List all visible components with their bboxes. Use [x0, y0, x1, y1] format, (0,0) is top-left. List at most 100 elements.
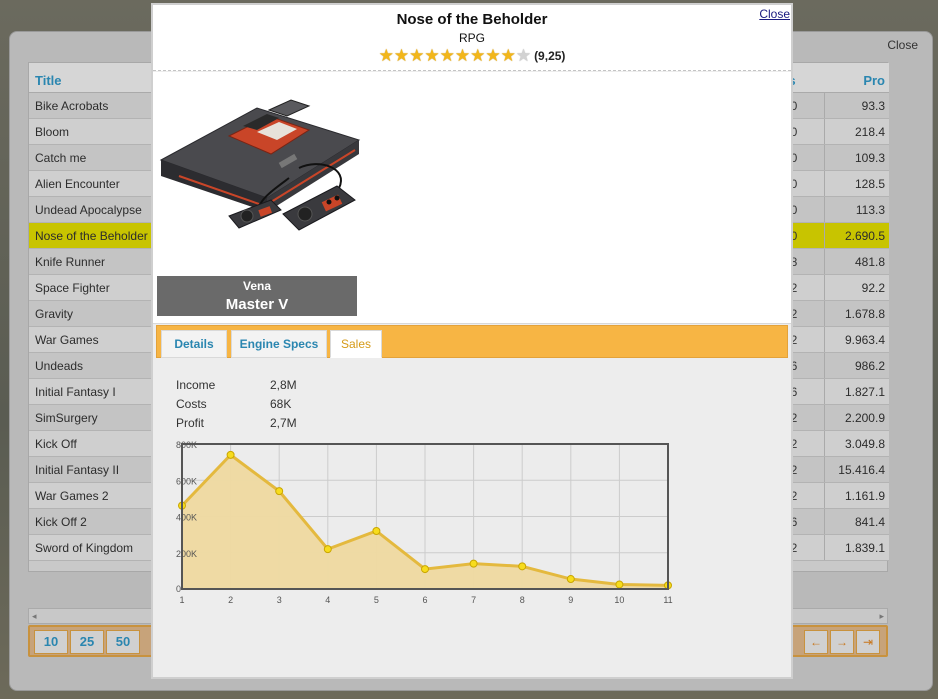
- chart-data-point: [372, 527, 381, 535]
- stat-profit-label: Profit: [176, 416, 205, 430]
- table-cell: 92.2: [824, 275, 889, 300]
- table-cell: 218.4: [824, 119, 889, 144]
- console-model: Master V: [225, 296, 289, 313]
- tab-engine-specs[interactable]: Engine Specs: [231, 330, 327, 358]
- table-row-title[interactable]: Undead Apocalypse: [29, 197, 159, 223]
- chart-x-tick-label: 2: [228, 595, 233, 605]
- modal-close-link[interactable]: Close: [759, 7, 790, 21]
- right-column-headers[interactable]: ts Pro: [784, 63, 889, 93]
- chart-x-tick-label: 7: [471, 595, 476, 605]
- table-row-values[interactable]: 58481.8: [784, 249, 889, 275]
- table-row-values[interactable]: 00128.5: [784, 171, 889, 197]
- star-icon: ★: [515, 46, 532, 65]
- chart-x-tick-label: 1: [179, 595, 184, 605]
- background-close-link[interactable]: Close: [887, 38, 918, 52]
- table-row-values[interactable]: 122.200.9: [784, 405, 889, 431]
- star-icon: ★: [393, 46, 410, 65]
- last-page-icon[interactable]: ⇥: [856, 630, 880, 654]
- table-row-values[interactable]: 16986.2: [784, 353, 889, 379]
- table-row-values[interactable]: 00109.3: [784, 145, 889, 171]
- page-size-10[interactable]: 10: [34, 630, 68, 654]
- table-row-values[interactable]: 121.839.1: [784, 535, 889, 561]
- table-row-values[interactable]: 00218.4: [784, 119, 889, 145]
- table-row-title[interactable]: Initial Fantasy I: [29, 379, 159, 405]
- table-row-title[interactable]: Initial Fantasy II: [29, 457, 159, 483]
- chart-x-tick-label: 6: [422, 595, 427, 605]
- table-row-title[interactable]: Sword of Kingdom: [29, 535, 159, 561]
- chart-y-tick-label: 400K: [176, 513, 197, 523]
- table-row-values[interactable]: 00113.3: [784, 197, 889, 223]
- page-size-25[interactable]: 25: [70, 630, 104, 654]
- table-row-values[interactable]: 121.161.9: [784, 483, 889, 509]
- game-genre: RPG: [458, 31, 485, 45]
- chart-x-tick-label: 9: [568, 595, 573, 605]
- chart-data-point: [275, 487, 284, 496]
- stat-costs: Costs 68K: [176, 397, 297, 416]
- stat-profit-value: 2,7M: [270, 416, 297, 430]
- table-row-title[interactable]: Space Fighter: [29, 275, 159, 301]
- stat-income-value: 2,8M: [270, 378, 297, 392]
- table-cell: 128.5: [824, 171, 889, 196]
- table-cell: 9.963.4: [824, 327, 889, 352]
- star-icon: ★: [454, 46, 471, 65]
- table-row-values[interactable]: 161.827.1: [784, 379, 889, 405]
- table-row-values[interactable]: 129.963.4: [784, 327, 889, 353]
- star-icon: ★: [378, 46, 394, 65]
- table-row-values[interactable]: 121.678.8: [784, 301, 889, 327]
- chart-data-point: [421, 565, 429, 574]
- star-icon: ★: [470, 46, 486, 65]
- table-row-title[interactable]: Nose of the Beholder: [29, 223, 159, 249]
- column-header-pro[interactable]: Pro: [863, 63, 885, 92]
- right-columns: ts Pro 0093.300218.400109.300128.500113.…: [784, 63, 889, 561]
- star-icon: ★: [439, 46, 455, 65]
- table-row-values[interactable]: 0093.3: [784, 93, 889, 119]
- game-console-icon: [159, 99, 361, 231]
- table-row-values[interactable]: 002.690.5: [784, 223, 889, 249]
- stat-income: Income 2,8M: [176, 378, 297, 397]
- table-row-title[interactable]: Knife Runner: [29, 249, 159, 275]
- table-cell: 15.416.4: [824, 457, 889, 482]
- table-row-title[interactable]: Alien Encounter: [29, 171, 159, 197]
- page-size-50[interactable]: 50: [106, 630, 140, 654]
- table-row-title[interactable]: War Games: [29, 327, 159, 353]
- stat-costs-label: Costs: [176, 397, 207, 411]
- chart-data-point: [615, 580, 624, 589]
- table-row-values[interactable]: 123.049.8: [784, 431, 889, 457]
- table-row-title[interactable]: Bloom: [29, 119, 159, 145]
- chart-x-tick-label: 11: [663, 595, 672, 605]
- table-cell: 1.827.1: [824, 379, 889, 404]
- scroll-left-icon[interactable]: ◂: [32, 611, 37, 622]
- game-detail-modal: Nose of the Beholder RPG ★ ★ ★ ★ ★ ★ ★ ★ ★ ★ (9,25…: [151, 3, 793, 679]
- game-title: Nose of the Beholder: [396, 11, 548, 28]
- title-column: Title Bike Acrobats Bloom Catch me Alien En…: [29, 63, 159, 561]
- tab-sales[interactable]: Sales: [330, 330, 382, 358]
- scroll-right-icon[interactable]: ▸: [879, 611, 884, 622]
- table-row-title[interactable]: SimSurgery: [29, 405, 159, 431]
- rating-value: (9,25): [534, 49, 566, 63]
- chart-y-tick-label: 600K: [176, 476, 197, 486]
- table-row-title[interactable]: Catch me: [29, 145, 159, 171]
- table-row-values[interactable]: 16841.4: [784, 509, 889, 535]
- table-row-title[interactable]: Kick Off: [29, 431, 159, 457]
- next-page-icon[interactable]: →: [830, 630, 854, 654]
- table-row-title[interactable]: Undeads: [29, 353, 159, 379]
- modal-header: Nose of the Beholder RPG ★ ★ ★ ★ ★ ★ ★ ★ ★ ★ (9,25…: [153, 5, 791, 71]
- chart-data-point: [323, 545, 332, 554]
- table-row-title[interactable]: Bike Acrobats: [29, 93, 159, 119]
- table-row-title[interactable]: War Games 2: [29, 483, 159, 509]
- tab-details[interactable]: Details: [161, 330, 227, 358]
- chart-data-point: [566, 575, 575, 584]
- stat-income-label: Income: [176, 378, 216, 392]
- sales-stats: Income 2,8M Costs 68K Profit 2,7M: [176, 378, 297, 435]
- table-row-values[interactable]: 1292.2: [784, 275, 889, 301]
- table-row-title[interactable]: Kick Off 2: [29, 509, 159, 535]
- table-row-title[interactable]: Gravity: [29, 301, 159, 327]
- sales-chart: 0 200K 400K 600K 800K 1 2 3 4 5 6 7 8 9 10 11: [176, 440, 673, 605]
- table-cell: 2.690.5: [824, 223, 889, 248]
- table-row-values[interactable]: 1215.416.4: [784, 457, 889, 483]
- prev-page-icon[interactable]: ←: [804, 630, 828, 654]
- title-column-header[interactable]: Title: [29, 63, 159, 93]
- table-cell: 986.2: [824, 353, 889, 378]
- table-cell: 109.3: [824, 145, 889, 170]
- table-cell: 113.3: [824, 197, 889, 222]
